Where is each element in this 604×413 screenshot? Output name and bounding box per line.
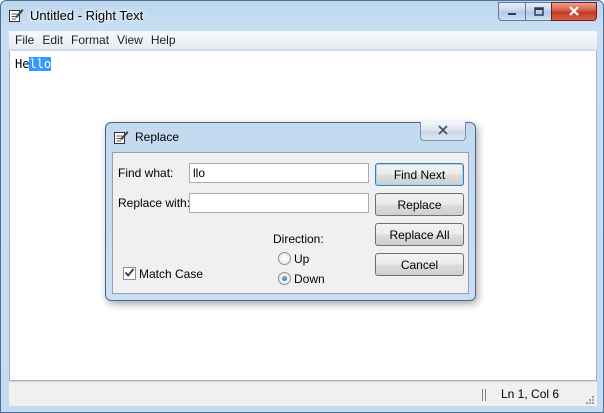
close-icon [568, 5, 580, 19]
caption-buttons [498, 2, 597, 21]
menu-format[interactable]: Format [67, 31, 113, 50]
dialog-title: Replace [135, 130, 180, 144]
menu-help[interactable]: Help [147, 31, 180, 50]
direction-down-label: Down [294, 272, 325, 286]
dialog-close-button[interactable] [420, 122, 466, 141]
direction-up-radio[interactable] [278, 252, 291, 265]
replace-dialog: Replace Find what: llo Replace with: Dir… [105, 122, 476, 301]
match-case-checkbox[interactable] [123, 267, 136, 280]
cursor-position: Ln 1, Col 6 [501, 387, 560, 401]
resize-grip-icon[interactable] [585, 394, 595, 404]
window-title: Untitled - Right Text [30, 8, 144, 23]
close-button[interactable] [551, 2, 597, 21]
direction-up-label: Up [294, 252, 310, 266]
menu-file[interactable]: File [11, 31, 38, 50]
direction-label: Direction: [273, 232, 324, 246]
match-case-label: Match Case [139, 267, 204, 281]
editor-text-plain: He [15, 57, 30, 71]
find-next-button[interactable]: Find Next [375, 163, 464, 186]
notepad-pencil-icon [8, 7, 24, 23]
menu-bar: File Edit Format View Help [9, 31, 597, 50]
menu-edit[interactable]: Edit [38, 31, 67, 50]
dialog-body: Find what: llo Replace with: Direction: … [112, 152, 469, 294]
direction-down-radio[interactable] [278, 272, 291, 285]
find-what-label: Find what: [118, 166, 174, 180]
close-icon [437, 124, 449, 138]
title-bar[interactable]: Untitled - Right Text [1, 1, 603, 31]
minimize-button[interactable] [498, 2, 525, 21]
notepad-pencil-icon [113, 129, 129, 145]
replace-with-input[interactable] [189, 193, 369, 213]
minimize-icon [507, 5, 517, 19]
maximize-icon [533, 5, 544, 19]
maximize-button[interactable] [525, 2, 551, 21]
app-window: Untitled - Right Text File Edit Format V… [0, 0, 604, 413]
menu-view[interactable]: View [113, 31, 147, 50]
editor-text-selected: llo [29, 57, 52, 71]
replace-with-label: Replace with: [118, 196, 191, 210]
cancel-button[interactable]: Cancel [375, 253, 464, 276]
checkmark-icon [124, 267, 135, 281]
status-bar: Ln 1, Col 6 [9, 381, 597, 406]
find-what-input[interactable]: llo [189, 163, 369, 183]
replace-all-button[interactable]: Replace All [375, 223, 464, 246]
replace-button[interactable]: Replace [375, 193, 464, 216]
status-separator [482, 389, 486, 401]
editor-content[interactable]: Hello [15, 57, 52, 72]
